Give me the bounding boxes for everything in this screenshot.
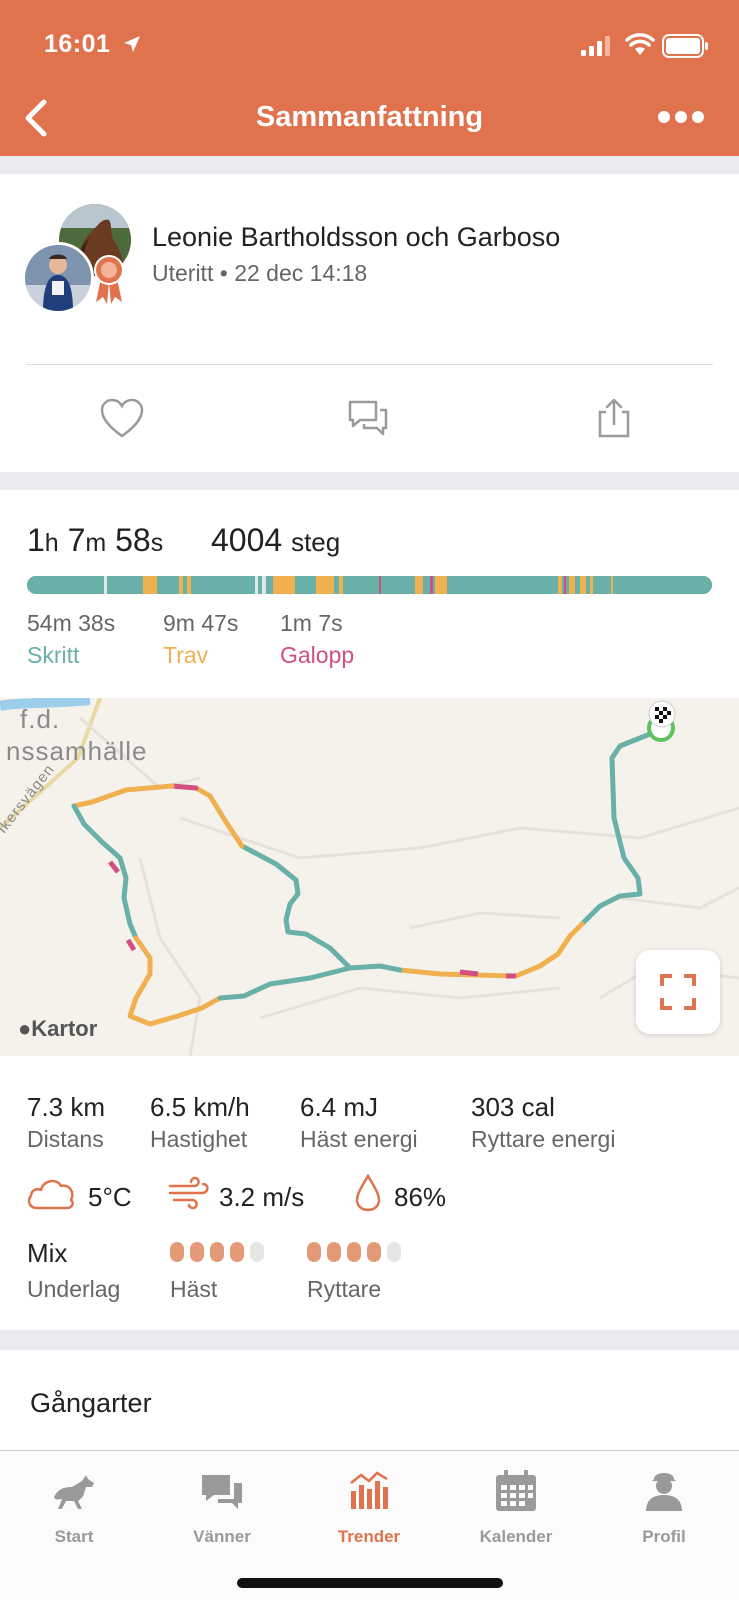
canter-time: 1m 7s xyxy=(280,610,343,636)
divider xyxy=(26,364,713,365)
home-indicator xyxy=(237,1578,503,1588)
wifi-icon xyxy=(625,33,655,55)
rider-rating-label: Ryttare xyxy=(307,1276,382,1302)
tab-profile[interactable]: Profil xyxy=(604,1461,724,1551)
rating-dot xyxy=(170,1242,184,1262)
screen: 16:01 Sammanfattning Leonie Bartholdsson… xyxy=(0,0,739,1600)
expand-icon xyxy=(660,974,696,1010)
ground-value: Mix xyxy=(27,1238,68,1268)
steps-unit: steg xyxy=(291,527,341,557)
horse-energy-label: Häst energi xyxy=(300,1126,418,1152)
cloud-icon xyxy=(27,1179,74,1210)
meta-separator: • xyxy=(219,260,228,286)
tab-label: Vänner xyxy=(193,1527,251,1546)
post-title[interactable]: Leonie Bartholdsson och Garboso xyxy=(152,222,560,253)
post-meta: Uteritt • 22 dec 14:18 xyxy=(152,260,367,287)
expand-map-button[interactable] xyxy=(636,950,720,1034)
duration-seconds-unit: s xyxy=(150,529,164,557)
wind-value: 3.2 m/s xyxy=(219,1182,305,1212)
speed-value: 6.5 km/h xyxy=(150,1092,250,1122)
rating-dot xyxy=(230,1242,244,1262)
distance-value: 7.3 km xyxy=(27,1092,106,1122)
walk-time: 54m 38s xyxy=(27,610,116,636)
tab-label: Start xyxy=(54,1527,94,1546)
horse-rating xyxy=(170,1242,264,1262)
activity-type: Uteritt xyxy=(152,260,214,286)
canter-label: Galopp xyxy=(280,642,355,668)
person-icon xyxy=(646,1473,682,1511)
tab-trends[interactable]: Trender xyxy=(309,1461,429,1551)
rating-dot xyxy=(210,1242,224,1262)
total-duration: 1h 7m 58s xyxy=(27,522,163,559)
summary-card: 1h 7m 58s 4004 steg 54m 38s 9m 47s 1m 7s… xyxy=(0,490,739,1330)
apple-logo-icon: ● xyxy=(18,1016,32,1041)
speed-label: Hastighet xyxy=(150,1126,248,1152)
horse-energy-value: 6.4 mJ xyxy=(300,1092,379,1122)
gait-timeline-bar xyxy=(27,576,712,594)
humidity-drop-icon xyxy=(355,1174,381,1212)
location-arrow-icon xyxy=(124,36,140,52)
battery-icon xyxy=(662,34,708,58)
rating-dot xyxy=(327,1242,341,1262)
rating-dot xyxy=(367,1242,381,1262)
activity-date: 22 dec 14:18 xyxy=(234,260,368,286)
walk-label: Skritt xyxy=(27,642,80,668)
map-place-label: f.d. xyxy=(20,704,61,734)
horse-rating-label: Häst xyxy=(170,1276,218,1302)
distance-label: Distans xyxy=(27,1126,104,1152)
calendar-icon xyxy=(496,1470,536,1511)
duration-seconds: 58 xyxy=(115,522,151,558)
rider-energy-label: Ryttare energi xyxy=(471,1126,616,1152)
bar-chart-icon xyxy=(350,1471,388,1509)
tab-friends[interactable]: Vänner xyxy=(162,1461,282,1551)
cellular-signal-icon xyxy=(581,36,610,56)
rating-dot xyxy=(307,1242,321,1262)
duration-minutes: 7 xyxy=(67,522,86,558)
finish-flag-icon xyxy=(648,700,676,728)
map-place-label-2: nssamhälle xyxy=(6,736,148,766)
comment-icon[interactable] xyxy=(344,396,392,440)
rating-dot xyxy=(250,1242,264,1262)
tab-label: Kalender xyxy=(479,1527,553,1546)
like-heart-icon[interactable] xyxy=(98,396,146,440)
rating-dot xyxy=(387,1242,401,1262)
page-title: Sammanfattning xyxy=(255,101,484,133)
tab-calendar[interactable]: Kalender xyxy=(456,1461,576,1551)
more-options-icon[interactable] xyxy=(656,104,706,130)
gaits-section-title: Gångarter xyxy=(30,1388,152,1418)
step-count: 4004 steg xyxy=(211,522,340,559)
chat-bubbles-icon xyxy=(202,1475,242,1509)
trot-label: Trav xyxy=(163,642,209,668)
rating-dot xyxy=(190,1242,204,1262)
tab-start[interactable]: Start xyxy=(14,1461,134,1551)
rider-energy-value: 303 cal xyxy=(471,1092,555,1122)
horse-icon xyxy=(54,1475,94,1509)
duration-minutes-unit: m xyxy=(85,529,107,557)
temperature-value: 5°C xyxy=(88,1182,132,1212)
humidity-value: 86% xyxy=(394,1182,447,1212)
tab-label: Trender xyxy=(337,1527,401,1546)
rider-rating xyxy=(307,1242,401,1262)
award-medal-icon xyxy=(94,255,124,304)
duration-hours-unit: h xyxy=(44,529,59,557)
map-attribution: ●Kartor xyxy=(18,1016,97,1042)
rider-avatar[interactable] xyxy=(22,242,94,314)
duration-hours: 1 xyxy=(27,522,45,558)
steps-value: 4004 xyxy=(211,522,283,558)
rating-dot xyxy=(347,1242,361,1262)
wind-icon xyxy=(168,1176,209,1210)
status-time: 16:01 xyxy=(44,30,111,58)
share-icon[interactable] xyxy=(590,396,638,440)
ground-label: Underlag xyxy=(27,1276,121,1302)
route-map[interactable]: f.d. nssamhälle ikersvägen ●Kartor xyxy=(0,698,739,1056)
post-card: Leonie Bartholdsson och Garboso Uteritt … xyxy=(0,174,739,472)
trot-time: 9m 47s xyxy=(163,610,239,636)
map-attribution-text: Kartor xyxy=(31,1016,98,1041)
nav-header: 16:01 Sammanfattning xyxy=(0,0,739,156)
tab-label: Profil xyxy=(642,1527,686,1546)
